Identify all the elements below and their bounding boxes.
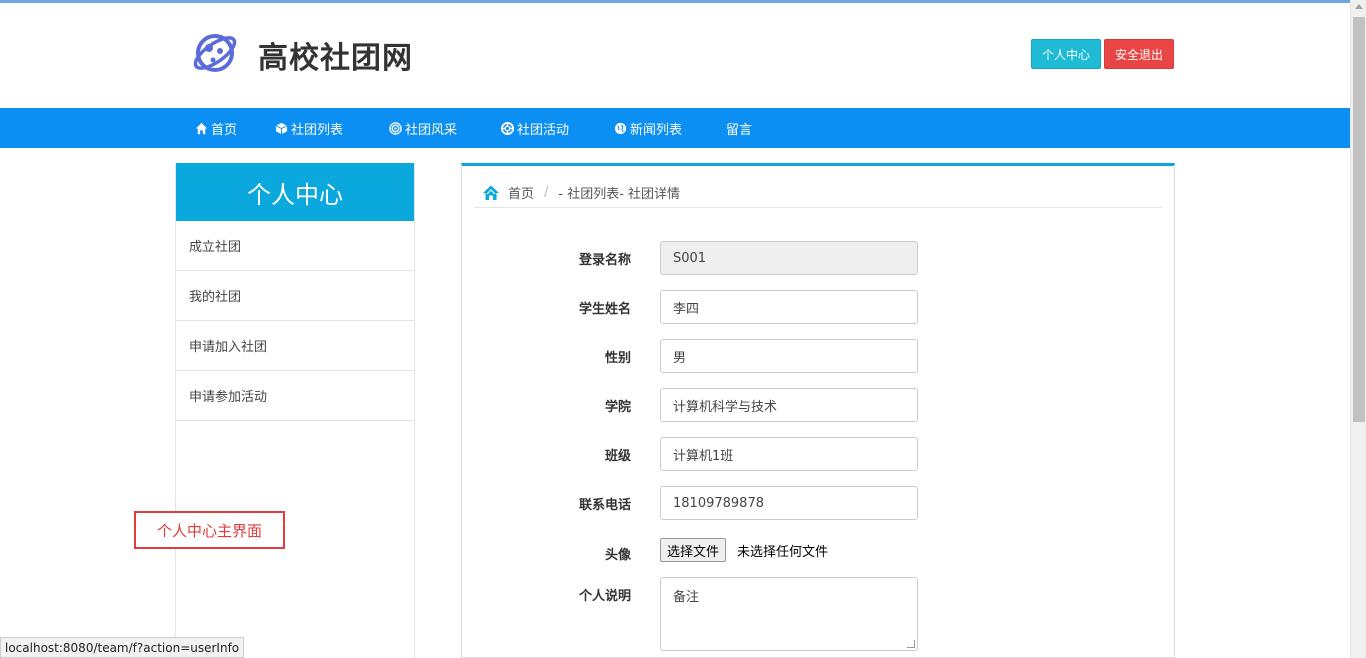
college-input[interactable]: 计算机科学与技术 [660, 388, 918, 422]
nav-label: 社团列表 [291, 122, 344, 138]
main-nav: 首页 社团列表 社团风采 社团活动 新闻列表 留言 [0, 108, 1350, 148]
scrollbar-thumb[interactable] [1353, 17, 1365, 422]
breadcrumb-separator: / [544, 185, 549, 200]
gender-input[interactable]: 男 [660, 339, 918, 373]
content-panel: 首页 / - 社团列表- 社团详情 登录名称 S001 学生姓名 李四 性别 男… [461, 163, 1175, 658]
personal-center-button[interactable]: 个人中心 [1031, 39, 1101, 69]
field-label: 性别 [604, 350, 631, 366]
scroll-up-arrow-icon[interactable] [1355, 4, 1363, 9]
sidebar-item-join-club[interactable]: 申请加入社团 [176, 321, 414, 371]
field-label: 学生姓名 [578, 301, 631, 317]
description-value: 备注 [673, 590, 700, 605]
sidebar-item-my-clubs[interactable]: 我的社团 [176, 271, 414, 321]
phone-input[interactable]: 18109789878 [660, 486, 918, 520]
form-row-class: 班级 计算机1班 [462, 437, 1176, 471]
annotation-label: 个人中心主界面 [134, 511, 285, 549]
description-textarea[interactable]: 备注 [660, 577, 918, 651]
sidebar: 个人中心 成立社团 我的社团 申请加入社团 申请参加活动 [175, 163, 415, 658]
status-bar-url: localhost:8080/team/f?action=userInfo [0, 637, 245, 658]
cube-icon [275, 122, 288, 134]
nav-item-club-activities[interactable]: 社团活动 [501, 108, 569, 148]
nav-label: 留言 [726, 122, 753, 138]
form-row-student-name: 学生姓名 李四 [462, 290, 1176, 324]
planet-logo-icon [193, 34, 237, 72]
home-icon [195, 122, 208, 134]
login-name-input[interactable]: S001 [660, 241, 918, 275]
field-label: 班级 [604, 448, 631, 464]
nav-item-club-style[interactable]: 社团风采 [389, 108, 457, 148]
breadcrumb: 首页 / - 社团列表- 社团详情 [474, 178, 1162, 208]
field-label: 头像 [604, 547, 631, 563]
form-row-college: 学院 计算机科学与技术 [462, 388, 1176, 422]
nav-label: 社团活动 [517, 122, 570, 138]
file-status-text: 未选择任何文件 [737, 544, 829, 560]
field-label: 联系电话 [578, 497, 631, 513]
nav-item-news-list[interactable]: 新闻列表 [614, 108, 682, 148]
page-scrollbar[interactable] [1350, 0, 1366, 658]
form-row-phone: 联系电话 18109789878 [462, 486, 1176, 520]
lifebuoy-icon [501, 121, 514, 135]
target-icon [389, 121, 402, 135]
field-label: 学院 [604, 399, 631, 415]
site-title: 高校社团网 [258, 41, 413, 76]
nav-label: 首页 [211, 122, 238, 138]
form-row-description: 个人说明 备注 [462, 577, 1176, 651]
breadcrumb-home[interactable]: 首页 [508, 183, 534, 202]
sidebar-item-create-club[interactable]: 成立社团 [176, 221, 414, 271]
choose-file-button[interactable]: 选择文件 [660, 538, 727, 562]
form-row-gender: 性别 男 [462, 339, 1176, 373]
class-input[interactable]: 计算机1班 [660, 437, 918, 471]
home-icon[interactable] [482, 184, 500, 202]
nav-label: 社团风采 [405, 122, 458, 138]
student-name-input[interactable]: 李四 [660, 290, 918, 324]
sidebar-title: 个人中心 [176, 163, 414, 221]
header: 高校社团网 个人中心 安全退出 [0, 3, 1350, 108]
sidebar-item-join-activity[interactable]: 申请参加活动 [176, 371, 414, 421]
nav-item-club-list[interactable]: 社团列表 [275, 108, 343, 148]
field-label: 个人说明 [578, 588, 631, 604]
nav-item-home[interactable]: 首页 [195, 108, 237, 148]
nav-item-messages[interactable]: 留言 [726, 108, 752, 148]
form-row-login-name: 登录名称 S001 [462, 241, 1176, 275]
logout-button[interactable]: 安全退出 [1104, 39, 1174, 69]
resize-grip-icon[interactable] [907, 640, 915, 648]
breadcrumb-current: - 社团列表- 社团详情 [558, 187, 681, 202]
field-label: 登录名称 [578, 252, 631, 268]
form-row-avatar: 头像 选择文件 未选择任何文件 [462, 535, 1176, 565]
nav-label: 新闻列表 [630, 122, 683, 138]
globe-icon [614, 122, 627, 134]
